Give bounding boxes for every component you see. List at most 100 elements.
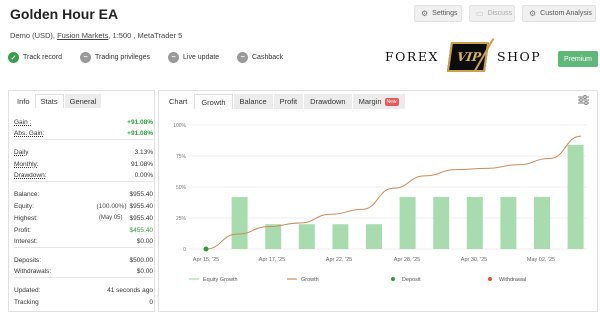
bar xyxy=(366,224,382,249)
stat-row-abs-gain: Abs. Gain: +91.08% xyxy=(14,128,153,140)
stat-value: $455.40 xyxy=(129,226,154,234)
analysis-icon: ⚙ xyxy=(529,9,537,18)
legend-swatch xyxy=(488,277,492,281)
x-tick-label: Apr 30, '25 xyxy=(461,257,487,263)
stat-row-gain: Gain : +91.08% xyxy=(14,116,153,128)
live-update-label: Live update xyxy=(183,54,220,61)
stat-label: Drawdown: xyxy=(14,172,47,179)
logo-text-left: FOREX xyxy=(385,49,439,64)
y-tick-label: 50% xyxy=(176,185,187,191)
y-tick-label: 100% xyxy=(173,123,186,129)
x-tick-label: Apr 28, '25 xyxy=(394,257,420,263)
account-subtitle: Demo (USD), Fusion Markets, 1:500 , Meta… xyxy=(10,31,182,40)
stat-note: (100.00%) xyxy=(96,202,127,210)
account-details: , 1:500 , MetaTrader 5 xyxy=(108,31,183,40)
stats-tabs: Info Stats General xyxy=(12,94,102,108)
tab-general[interactable]: General xyxy=(64,94,102,108)
stat-row-monthly: Monthly: 91.08% xyxy=(14,158,153,170)
stat-row-tracking: Tracking 0 xyxy=(14,296,153,308)
stat-value: 0.00% xyxy=(134,172,153,179)
stat-value: $955.40 xyxy=(129,190,154,198)
tab-margin-label: Margin xyxy=(358,97,382,106)
stat-value: $0.00 xyxy=(136,238,153,245)
page-title: Golden Hour EA xyxy=(10,6,119,22)
broker-link[interactable]: Fusion Markets xyxy=(57,31,108,40)
stat-note: (May 05) xyxy=(98,215,123,221)
stat-value: $955.40 xyxy=(129,202,154,210)
stat-label: Interest: xyxy=(14,238,38,245)
stat-value: +91.08% xyxy=(127,130,153,137)
stats-list: Gain : +91.08% Abs. Gain: +91.08% Daily 3.1… xyxy=(14,116,153,308)
new-badge: New xyxy=(384,97,399,106)
tab-drawdown[interactable]: Drawdown xyxy=(304,94,352,109)
stat-row-balance: Balance: $955.40 xyxy=(14,188,153,200)
y-tick-label: 25% xyxy=(176,216,187,222)
stat-label: Daily xyxy=(14,148,29,156)
tab-margin[interactable]: Margin New xyxy=(352,94,405,109)
tab-profit[interactable]: Profit xyxy=(273,94,304,109)
legend-label: Deposit xyxy=(402,277,421,283)
track-record-badge[interactable]: ✓ Track record xyxy=(8,50,62,65)
premium-button[interactable]: Premium xyxy=(558,51,598,67)
logo-text-right: SHOP xyxy=(497,49,542,64)
stat-label: Monthly: xyxy=(14,160,39,168)
bar xyxy=(567,144,584,249)
tab-growth[interactable]: Growth xyxy=(194,94,233,109)
stat-row-equity: Equity: (100.00%) $955.40 xyxy=(14,200,153,212)
stat-label: Balance: xyxy=(14,190,40,198)
custom-analysis-button[interactable]: ⚙ Custom Analysis xyxy=(522,5,596,22)
custom-analysis-label: Custom Analysis xyxy=(540,10,592,17)
growth-chart[interactable]: 0 25% 50% 75% 100% Apr 15, '25 Apr 17, '25 Apr … xyxy=(159,109,597,311)
bar xyxy=(399,196,416,249)
cashback-badge[interactable]: − Cashback xyxy=(237,50,283,65)
stat-label: Equity: xyxy=(14,202,34,210)
chart-settings-icon[interactable] xyxy=(578,95,589,105)
stat-row-interest: Interest: $0.00 xyxy=(14,236,153,248)
stat-label: Profit: xyxy=(14,226,31,234)
discuss-button[interactable]: ▭ Discuss xyxy=(469,5,515,22)
discuss-label: Discuss xyxy=(487,10,513,17)
y-tick-label: 75% xyxy=(176,154,187,160)
bar xyxy=(332,224,349,249)
tab-stats[interactable]: Stats xyxy=(34,94,64,108)
y-tick-label: 0 xyxy=(183,247,186,253)
stat-value: $955.40 xyxy=(129,214,154,222)
track-record-label: Track record xyxy=(23,54,63,61)
deposit-marker xyxy=(203,246,209,252)
x-tick-label: Apr 17, '25 xyxy=(259,257,285,263)
cashback-label: Cashback xyxy=(252,54,284,61)
stat-value: 3.13% xyxy=(134,148,153,156)
x-tick-label: Apr 22, '25 xyxy=(326,257,352,263)
bar xyxy=(265,224,282,249)
x-tick-label: May 02, '25 xyxy=(527,257,555,263)
settings-button[interactable]: ⚙ Settings xyxy=(414,5,462,22)
bar xyxy=(534,196,550,249)
forex-vip-shop-logo[interactable]: FOREX VIP SHOP xyxy=(385,38,545,76)
stat-row-daily: Daily 3.13% xyxy=(14,146,153,158)
stat-value: 91.08% xyxy=(130,160,153,168)
account-type: Demo (USD), xyxy=(10,31,58,40)
legend-label: Withdrawal xyxy=(499,277,526,283)
stat-row-withdrawals: Withdrawals: $0.00 xyxy=(14,266,153,278)
tab-chart[interactable]: Chart xyxy=(163,94,194,109)
tab-info[interactable]: Info xyxy=(12,94,35,108)
check-icon: ✓ xyxy=(8,52,19,63)
stat-label: Deposits: xyxy=(14,256,42,264)
stat-value: $0.00 xyxy=(136,268,153,275)
stat-label: Tracking xyxy=(14,298,39,306)
live-update-badge[interactable]: − Live update xyxy=(168,50,219,65)
trading-privileges-badge[interactable]: − Trading privileges xyxy=(80,50,150,65)
bar xyxy=(500,196,517,249)
bar xyxy=(466,196,483,249)
tab-balance[interactable]: Balance xyxy=(233,94,273,109)
stat-value: 0 xyxy=(149,298,153,306)
stat-label: Highest: xyxy=(14,214,38,222)
legend-label: Equity Growth xyxy=(203,277,238,283)
legend-swatch xyxy=(391,277,395,281)
stat-label: Gain : xyxy=(14,118,32,126)
stat-row-drawdown: Drawdown: 0.00% xyxy=(14,170,153,182)
settings-label: Settings xyxy=(432,10,458,17)
stat-row-highest: Highest: (May 05) $955.40 xyxy=(14,212,153,224)
growth-line xyxy=(205,135,582,250)
stats-panel: Info Stats General Gain : +91.08% Abs. Ga… xyxy=(8,90,155,312)
